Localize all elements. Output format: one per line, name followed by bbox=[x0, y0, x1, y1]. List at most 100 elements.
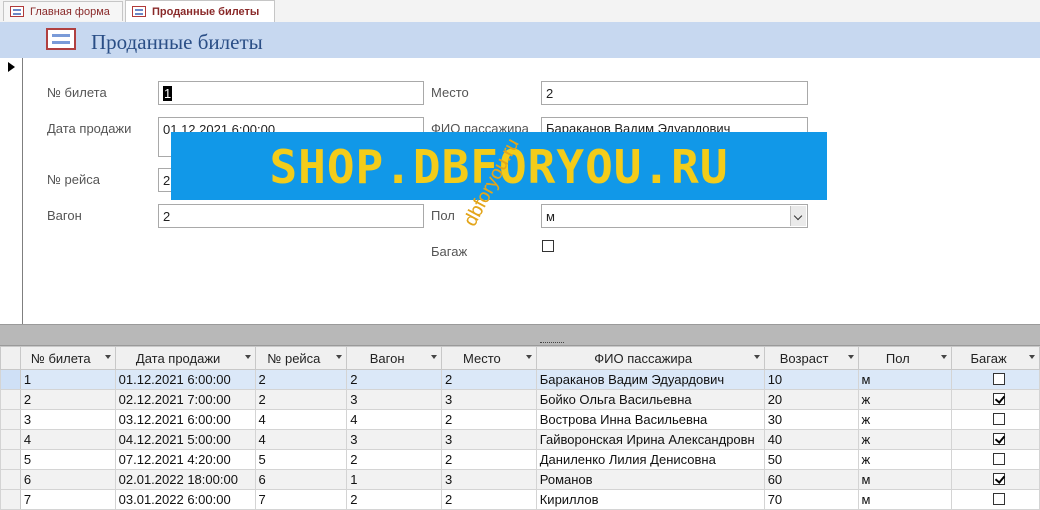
column-header-gender[interactable]: Пол bbox=[857, 346, 953, 370]
sort-filter-icon[interactable] bbox=[336, 355, 343, 359]
cell-seat[interactable]: 3 bbox=[441, 389, 537, 410]
table-row[interactable]: 1 01.12.2021 6:00:00 2 2 2 Бараканов Вадим Эд… bbox=[0, 369, 1040, 390]
cell-date[interactable]: 07.12.2021 4:20:00 bbox=[114, 449, 256, 470]
cell-flight[interactable]: 4 bbox=[254, 409, 348, 430]
sort-filter-icon[interactable] bbox=[431, 355, 437, 359]
row-selector[interactable] bbox=[0, 449, 21, 470]
ticket-no-field[interactable]: 1 bbox=[158, 81, 424, 105]
cell-gender[interactable]: ж bbox=[857, 389, 953, 410]
baggage-row-checkbox[interactable] bbox=[993, 413, 1006, 425]
cell-age[interactable]: 20 bbox=[763, 389, 859, 410]
cell-ticket[interactable]: 3 bbox=[19, 409, 116, 430]
cell-flight[interactable]: 5 bbox=[254, 449, 348, 470]
cell-date[interactable]: 02.12.2021 7:00:00 bbox=[114, 389, 256, 410]
cell-ticket[interactable]: 1 bbox=[19, 369, 116, 390]
flight-no-visible-value: 2 bbox=[163, 173, 171, 188]
cell-ticket[interactable]: 5 bbox=[19, 449, 116, 470]
gender-combobox-front[interactable]: м bbox=[541, 204, 808, 228]
row-selector[interactable] bbox=[0, 409, 21, 430]
cell-date[interactable]: 04.12.2021 5:00:00 bbox=[114, 429, 256, 450]
sort-filter-icon[interactable] bbox=[244, 355, 251, 359]
record-selector[interactable] bbox=[0, 58, 23, 324]
cell-date[interactable]: 02.01.2022 18:00:00 bbox=[114, 469, 256, 490]
cell-name[interactable]: Гайворонская Ирина Александровн bbox=[535, 429, 765, 450]
wagon-field[interactable]: 2 bbox=[158, 204, 424, 228]
split-form-divider[interactable] bbox=[0, 324, 1040, 347]
cell-wagon[interactable]: 2 bbox=[346, 369, 442, 390]
cell-age[interactable]: 60 bbox=[763, 469, 859, 490]
form-icon bbox=[132, 6, 146, 17]
cell-seat[interactable]: 2 bbox=[441, 409, 537, 430]
cell-date[interactable]: 03.12.2021 6:00:00 bbox=[114, 409, 256, 430]
cell-name[interactable]: Романов bbox=[535, 469, 765, 490]
column-header-seat[interactable]: Место bbox=[441, 346, 537, 370]
tab-main-form[interactable]: Главная форма bbox=[3, 1, 123, 21]
table-row[interactable]: 6 02.01.2022 18:00:00 6 1 3 Романов 60 м bbox=[0, 469, 1040, 490]
row-selector[interactable] bbox=[0, 469, 21, 490]
table-row[interactable]: 3 03.12.2021 6:00:00 4 4 2 Вострова Инна Васи… bbox=[0, 409, 1040, 430]
column-header-ticket[interactable]: № билета bbox=[19, 346, 116, 370]
baggage-row-checkbox[interactable] bbox=[993, 473, 1006, 485]
cell-name[interactable]: Даниленко Лилия Денисовна bbox=[535, 449, 765, 470]
column-header-flight[interactable]: № рейса bbox=[254, 346, 348, 370]
table-row[interactable]: 4 04.12.2021 5:00:00 4 3 3 Гайворонская Ирина… bbox=[0, 429, 1040, 450]
row-selector[interactable] bbox=[0, 389, 21, 410]
cell-flight[interactable]: 2 bbox=[254, 389, 348, 410]
cell-age[interactable]: 10 bbox=[763, 369, 859, 390]
cell-name[interactable]: Вострова Инна Васильевна bbox=[535, 409, 765, 430]
sort-filter-icon[interactable] bbox=[525, 355, 532, 359]
column-header-age[interactable]: Возраст bbox=[763, 346, 859, 370]
sort-filter-icon[interactable] bbox=[941, 355, 948, 359]
cell-gender[interactable]: ж bbox=[857, 409, 953, 430]
cell-gender[interactable]: м bbox=[857, 369, 953, 390]
table-row[interactable]: 2 02.12.2021 7:00:00 2 3 3 Бойко Ольга Василь… bbox=[0, 389, 1040, 410]
cell-gender[interactable]: м bbox=[857, 469, 953, 490]
baggage-row-checkbox[interactable] bbox=[993, 373, 1006, 385]
sort-filter-icon[interactable] bbox=[753, 355, 760, 359]
table-row[interactable]: 5 07.12.2021 4:20:00 5 2 2 Даниленко Лилия Де… bbox=[0, 449, 1040, 470]
cell-age[interactable]: 40 bbox=[763, 429, 859, 450]
cell-ticket[interactable]: 2 bbox=[19, 389, 116, 410]
cell-wagon[interactable]: 3 bbox=[346, 429, 442, 450]
dropdown-arrow-icon[interactable] bbox=[790, 206, 806, 226]
baggage-row-checkbox[interactable] bbox=[993, 493, 1006, 505]
column-header-wagon[interactable]: Вагон bbox=[346, 346, 442, 370]
baggage-row-checkbox[interactable] bbox=[993, 453, 1006, 465]
cell-flight[interactable]: 4 bbox=[254, 429, 348, 450]
cell-wagon[interactable]: 2 bbox=[346, 449, 442, 470]
cell-ticket[interactable]: 4 bbox=[19, 429, 116, 450]
flight-no-field-visible[interactable]: 2 bbox=[158, 168, 171, 192]
seat-field[interactable]: 2 bbox=[541, 81, 808, 105]
cell-wagon[interactable]: 4 bbox=[346, 409, 442, 430]
cell-seat[interactable]: 2 bbox=[441, 369, 537, 390]
column-header-baggage[interactable]: Багаж bbox=[951, 346, 1040, 370]
select-all-corner[interactable] bbox=[0, 346, 21, 370]
cell-wagon[interactable]: 3 bbox=[346, 389, 442, 410]
cell-ticket[interactable]: 6 bbox=[19, 469, 116, 490]
cell-date[interactable]: 01.12.2021 6:00:00 bbox=[114, 369, 256, 390]
cell-gender[interactable]: ж bbox=[857, 429, 953, 450]
cell-name[interactable]: Бойко Ольга Васильевна bbox=[535, 389, 765, 410]
cell-wagon[interactable]: 1 bbox=[346, 469, 442, 490]
passenger-field-visible[interactable]: Бараканов Вадим Эдуардович bbox=[541, 117, 808, 132]
baggage-row-checkbox[interactable] bbox=[993, 433, 1006, 445]
row-selector[interactable] bbox=[0, 429, 21, 450]
column-header-passenger[interactable]: ФИО пассажира bbox=[535, 346, 765, 370]
cell-flight[interactable]: 6 bbox=[254, 469, 348, 490]
row-selector[interactable] bbox=[0, 369, 21, 390]
cell-seat[interactable]: 2 bbox=[441, 449, 537, 470]
cell-name[interactable]: Бараканов Вадим Эдуардович bbox=[535, 369, 765, 390]
cell-age[interactable]: 50 bbox=[763, 449, 859, 470]
cell-gender[interactable]: ж bbox=[857, 449, 953, 470]
cell-age[interactable]: 30 bbox=[763, 409, 859, 430]
cell-flight[interactable]: 2 bbox=[254, 369, 348, 390]
sort-filter-icon[interactable] bbox=[1029, 355, 1035, 359]
cell-seat[interactable]: 3 bbox=[441, 469, 537, 490]
sort-filter-icon[interactable] bbox=[104, 355, 111, 359]
tab-sold-tickets[interactable]: Проданные билеты bbox=[125, 0, 275, 22]
baggage-row-checkbox[interactable] bbox=[993, 393, 1006, 405]
column-header-sale-date[interactable]: Дата продажи bbox=[114, 346, 256, 370]
baggage-checkbox[interactable] bbox=[542, 240, 554, 252]
cell-seat[interactable]: 3 bbox=[441, 429, 537, 450]
sort-filter-icon[interactable] bbox=[847, 355, 854, 359]
